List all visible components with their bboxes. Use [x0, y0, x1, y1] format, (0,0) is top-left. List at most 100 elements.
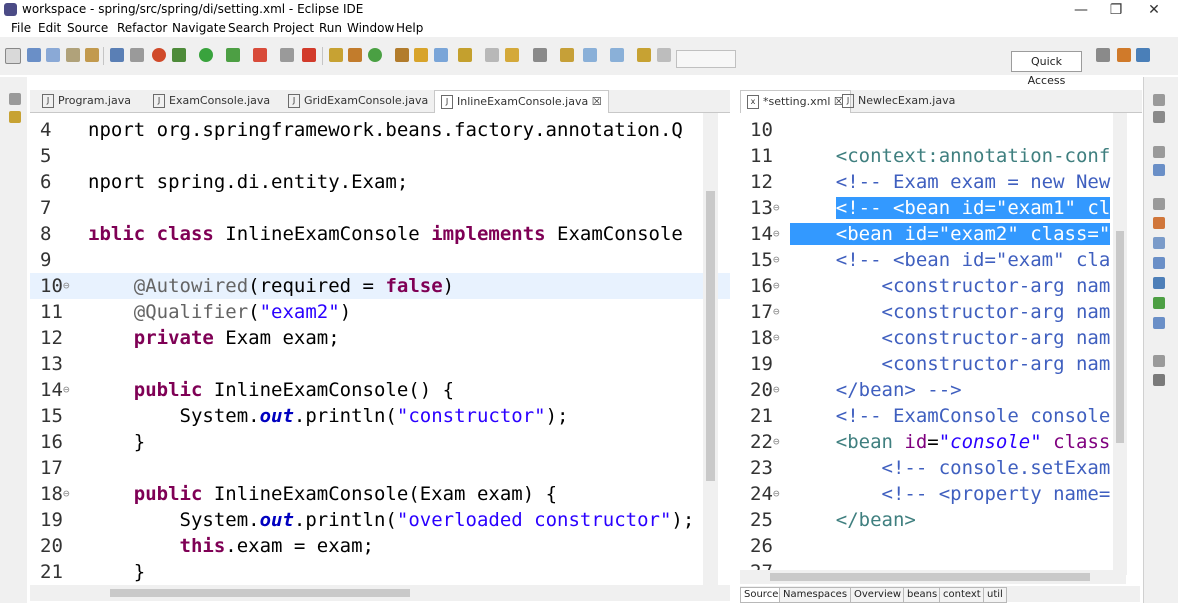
right-horizontal-scrollbar[interactable] [740, 570, 1126, 584]
code-line[interactable]: 14 ⊖ public InlineExamConsole() { [30, 377, 730, 403]
code-line[interactable]: 12 <!-- Exam exam = new New [740, 169, 1125, 195]
code-line[interactable]: 11 @Qualifier("exam2") [30, 299, 730, 325]
forward-icon[interactable] [610, 48, 624, 62]
scroll-thumb[interactable] [110, 589, 410, 597]
code-line[interactable]: 18 ⊖ public InlineExamConsole(Exam exam) … [30, 481, 730, 507]
new-java-project-icon[interactable] [329, 48, 343, 62]
menu-window[interactable]: Window [347, 21, 394, 35]
coverage-icon[interactable] [226, 48, 240, 62]
code-line[interactable]: 10 [740, 117, 1125, 143]
code-line[interactable]: 13 ⊖ <!-- <bean id="exam1" cl [740, 195, 1125, 221]
package-explorer-icon[interactable] [9, 111, 21, 123]
fold-toggle-icon[interactable]: ⊖ [63, 377, 70, 403]
prev-annotation-icon[interactable] [533, 48, 547, 62]
menu-navigate[interactable]: Navigate [172, 21, 226, 35]
save-all-icon[interactable] [46, 48, 60, 62]
page-tab-overview[interactable]: Overview [850, 587, 906, 603]
left-horizontal-scrollbar[interactable] [30, 585, 730, 601]
menu-source[interactable]: Source [67, 21, 108, 35]
open-task-icon[interactable] [414, 48, 428, 62]
next-annotation-icon[interactable] [505, 48, 519, 62]
page-tab-namespaces[interactable]: Namespaces [779, 587, 852, 603]
code-line[interactable]: 9 [30, 247, 730, 273]
console-icon[interactable] [110, 48, 124, 62]
print-icon[interactable] [66, 48, 80, 62]
menu-file[interactable]: File [11, 21, 31, 35]
pin-editor-icon[interactable] [637, 48, 651, 62]
code-line[interactable]: 6 nport spring.di.entity.Exam; [30, 169, 730, 195]
console-view-icon[interactable] [1153, 277, 1165, 289]
fold-toggle-icon[interactable]: ⊖ [773, 325, 780, 351]
new-icon[interactable] [5, 48, 21, 64]
toggle-mark-icon[interactable] [130, 48, 144, 62]
menu-search[interactable]: Search [228, 21, 269, 35]
code-line[interactable]: 23 <!-- console.setExam [740, 455, 1125, 481]
page-tab-context[interactable]: context [939, 587, 985, 603]
code-line[interactable]: 15 System.out.println("constructor"); [30, 403, 730, 429]
code-line[interactable]: 24 ⊖ <!-- <property name= [740, 481, 1125, 507]
tab-newlecexam-java[interactable]: J NewlecExam.java [842, 94, 955, 108]
code-line[interactable]: 19 System.out.println("overloaded constr… [30, 507, 730, 533]
tab-program-java[interactable]: J Program.java [42, 94, 131, 108]
code-line[interactable]: 15 ⊖ <!-- <bean id="exam" cla [740, 247, 1125, 273]
code-line[interactable]: 17 [30, 455, 730, 481]
menu-help[interactable]: Help [396, 21, 423, 35]
tab-examconsole-java[interactable]: J ExamConsole.java [153, 94, 270, 108]
fold-toggle-icon[interactable]: ⊖ [773, 429, 780, 455]
page-tab-beans[interactable]: beans [903, 587, 942, 603]
code-line[interactable]: 14 ⊖ <bean id="exam2" class=" [740, 221, 1125, 247]
run-icon[interactable] [199, 48, 213, 62]
page-tab-util[interactable]: util [983, 587, 1007, 603]
code-line[interactable]: 8 ıblic class InlineExamConsole implement… [30, 221, 730, 247]
word-wrap-icon[interactable] [485, 48, 499, 62]
code-line[interactable]: 12 private Exam exam; [30, 325, 730, 351]
menu-project[interactable]: Project [273, 21, 314, 35]
code-line[interactable]: 19 <constructor-arg nam [740, 351, 1125, 377]
task-list-icon[interactable] [1153, 111, 1165, 123]
xml-editor[interactable]: 10 11 <context:annotation-conf 12 <!-- Exa… [740, 113, 1125, 585]
declaration-icon[interactable] [1153, 257, 1165, 269]
code-line[interactable]: 26 [740, 533, 1125, 559]
code-line[interactable]: 22 ⊖ <bean id="console" class [740, 429, 1125, 455]
code-line[interactable]: 5 [30, 143, 730, 169]
java-perspective-icon[interactable] [1136, 48, 1150, 62]
new-class-icon[interactable] [368, 48, 382, 62]
restore-view-icon-2[interactable] [1153, 94, 1165, 106]
menu-refactor[interactable]: Refactor [117, 21, 167, 35]
server-icon[interactable] [302, 48, 316, 62]
page-tab-source[interactable]: Source [740, 587, 783, 603]
code-line[interactable]: 25 </bean> [740, 507, 1125, 533]
restore-view-icon-4[interactable] [1153, 198, 1165, 210]
fold-toggle-icon[interactable]: ⊖ [773, 247, 780, 273]
close-button[interactable]: ✕ [1131, 0, 1177, 20]
quick-access-field[interactable]: Quick Access [1011, 51, 1082, 87]
fold-toggle-icon[interactable]: ⊖ [773, 377, 780, 403]
annotation-icon[interactable] [458, 48, 472, 62]
outline-icon[interactable] [1153, 164, 1165, 176]
save-icon[interactable] [27, 48, 41, 62]
restore-view-icon-3[interactable] [1153, 146, 1165, 158]
servers-icon[interactable] [1153, 317, 1165, 329]
fold-toggle-icon[interactable]: ⊖ [773, 273, 780, 299]
code-line[interactable]: 16 } [30, 429, 730, 455]
code-line[interactable]: 11 <context:annotation-conf [740, 143, 1125, 169]
code-line[interactable]: 21 } [30, 559, 730, 585]
fold-toggle-icon[interactable]: ⊖ [63, 481, 70, 507]
code-line[interactable]: 18 ⊖ <constructor-arg nam [740, 325, 1125, 351]
fold-toggle-icon[interactable]: ⊖ [63, 273, 70, 299]
spring-explorer-icon[interactable] [1153, 374, 1165, 386]
problems-icon[interactable] [1153, 217, 1165, 229]
menu-edit[interactable]: Edit [38, 21, 61, 35]
restore-view-icon-5[interactable] [1153, 355, 1165, 367]
scroll-thumb[interactable] [1116, 231, 1124, 443]
progress-icon[interactable] [1153, 297, 1165, 309]
new-package-icon[interactable] [348, 48, 362, 62]
code-line[interactable]: 20 ⊖ </bean> --> [740, 377, 1125, 403]
close-tab-icon[interactable]: ☒ [592, 95, 602, 108]
code-line[interactable]: 10 ⊖ @Autowired(required = false) [30, 273, 730, 299]
debug-icon[interactable] [172, 48, 186, 62]
java-ee-perspective-icon[interactable] [1117, 48, 1131, 62]
edit-icon[interactable] [434, 48, 448, 62]
menu-run[interactable]: Run [319, 21, 342, 35]
external-tools-icon[interactable] [253, 48, 267, 62]
